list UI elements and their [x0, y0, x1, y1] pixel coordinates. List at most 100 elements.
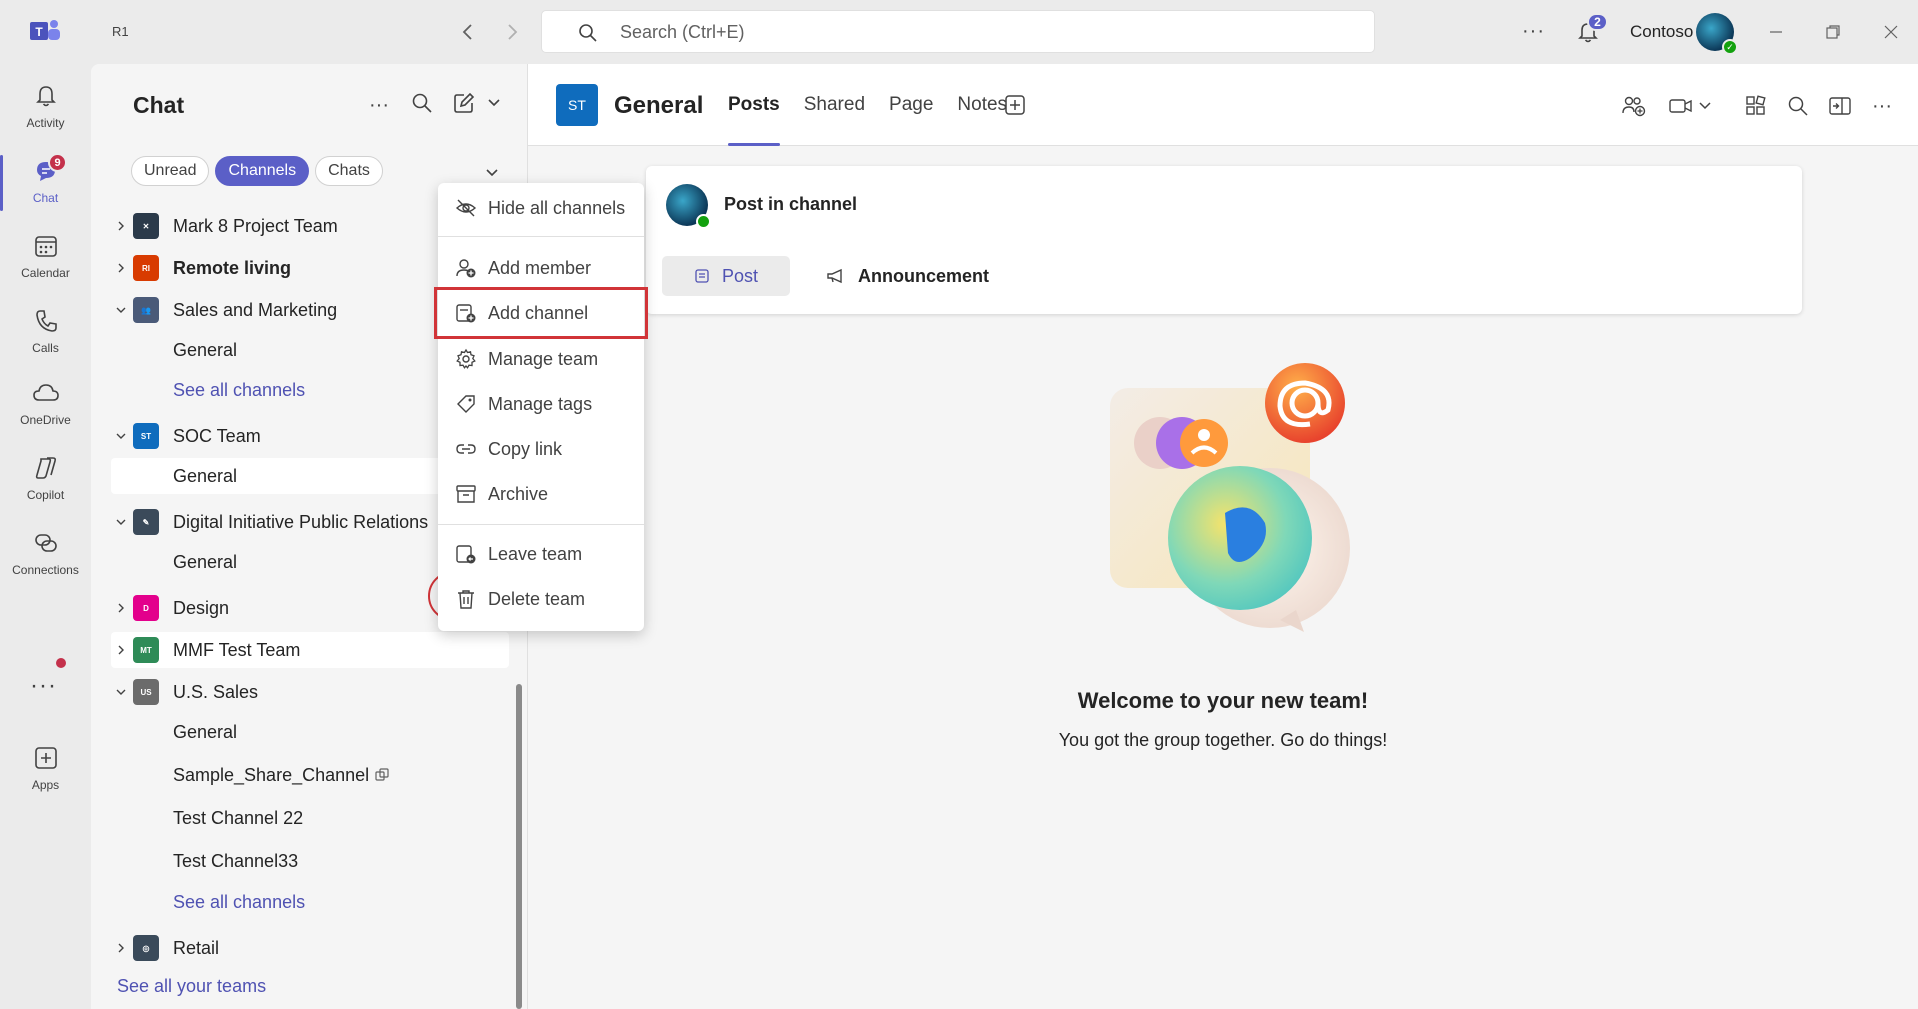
rail-item-calendar[interactable]: Calendar: [0, 222, 91, 294]
menu-item-archive[interactable]: Archive: [438, 474, 644, 514]
team-avatar: RI: [133, 255, 159, 281]
channel-row[interactable]: Test Channel 22: [111, 800, 509, 836]
team-avatar: US: [133, 679, 159, 705]
chevron-down-icon: [1699, 102, 1711, 110]
more-apps-button[interactable]: ···: [30, 672, 57, 700]
filter-unread[interactable]: Unread: [131, 156, 210, 186]
channel-body: Post in channel Post Announcement Welcom…: [528, 146, 1918, 1009]
restore-button[interactable]: [1819, 18, 1847, 46]
see-all-teams-link[interactable]: See all your teams: [117, 976, 266, 997]
apps-grid-icon: [1746, 95, 1766, 115]
menu-item-add-member[interactable]: Add member: [438, 248, 644, 288]
chevron-down-icon[interactable]: [111, 426, 131, 446]
post-button[interactable]: Post: [662, 256, 790, 296]
compose-icon[interactable]: [453, 92, 475, 114]
open-side-panel-button[interactable]: [1826, 92, 1854, 120]
rail-item-apps[interactable]: Apps: [0, 734, 91, 806]
rail-label: OneDrive: [20, 413, 71, 427]
connections-icon: [34, 534, 57, 552]
svg-text:T: T: [35, 25, 43, 39]
chevron-right-icon: [508, 24, 518, 40]
teams-logo-icon[interactable]: T: [28, 16, 62, 46]
chevron-down-icon[interactable]: [111, 512, 131, 532]
menu-item-copy-link[interactable]: Copy link: [438, 429, 644, 469]
chevron-right-icon[interactable]: [111, 598, 131, 618]
rail-item-chat[interactable]: Chat 9: [0, 147, 91, 219]
team-avatar: ✎: [133, 509, 159, 535]
apps-button[interactable]: [1742, 92, 1770, 120]
search-icon[interactable]: [411, 92, 433, 114]
channel-header: ST General Posts Shared Page Notes ···: [528, 64, 1918, 146]
side-panel-icon: [1829, 97, 1851, 115]
channel-row[interactable]: General: [111, 714, 509, 750]
team-name: Remote living: [173, 257, 292, 278]
people-button[interactable]: [1620, 92, 1648, 120]
chevron-down-icon[interactable]: [487, 96, 501, 110]
team-row-retail[interactable]: ◎ Retail: [111, 930, 509, 966]
add-tab-icon[interactable]: [1004, 94, 1026, 116]
forward-button[interactable]: [498, 18, 526, 46]
menu-item-leave-team[interactable]: Leave team: [438, 534, 644, 574]
team-avatar: MT: [133, 637, 159, 663]
channel-search-button[interactable]: [1784, 92, 1812, 120]
announcement-button[interactable]: Announcement: [826, 256, 989, 296]
scrollbar-thumb[interactable]: [516, 684, 522, 1009]
filter-channels[interactable]: Channels: [215, 156, 310, 186]
rail-label: Activity: [26, 116, 65, 130]
channel-more-button[interactable]: ···: [1868, 92, 1896, 120]
back-button[interactable]: [454, 18, 482, 46]
team-row-us-sales[interactable]: US U.S. Sales: [111, 674, 509, 710]
rail-item-activity[interactable]: Activity: [0, 72, 91, 144]
close-button[interactable]: [1877, 18, 1905, 46]
see-all-channels-link[interactable]: See all channels: [111, 884, 509, 920]
presence-available-icon: [696, 214, 711, 229]
tab-notes[interactable]: Notes: [957, 94, 1007, 146]
menu-item-delete-team[interactable]: Delete team: [438, 579, 644, 619]
tag-icon: [454, 392, 478, 416]
menu-item-manage-team[interactable]: Manage team: [438, 339, 644, 379]
restore-icon: [1826, 25, 1840, 39]
menu-item-manage-tags[interactable]: Manage tags: [438, 384, 644, 424]
shared-channel-icon: [375, 768, 389, 781]
org-name[interactable]: Contoso: [1630, 22, 1693, 42]
search-box[interactable]: [541, 10, 1375, 53]
chevron-right-icon[interactable]: [111, 938, 131, 958]
search-icon: [579, 24, 597, 42]
user-avatar[interactable]: ✓: [1696, 13, 1738, 55]
team-avatar: ✕: [133, 213, 159, 239]
chevron-right-icon[interactable]: [111, 216, 131, 236]
team-avatar: 👥: [133, 297, 159, 323]
cloud-icon: [32, 384, 59, 401]
meet-now-button[interactable]: [1662, 92, 1718, 120]
search-input[interactable]: [620, 21, 1320, 43]
chevron-down-icon[interactable]: [111, 682, 131, 702]
post-in-channel-label[interactable]: Post in channel: [724, 194, 857, 215]
minimize-button[interactable]: [1762, 18, 1790, 46]
chevron-right-icon[interactable]: [111, 640, 131, 660]
compose-card: Post in channel Post Announcement: [646, 166, 1802, 314]
chevron-down-icon[interactable]: [111, 300, 131, 320]
channel-row[interactable]: Test Channel33: [111, 843, 509, 879]
rail-item-copilot[interactable]: Copilot: [0, 444, 91, 516]
chevron-right-icon[interactable]: [111, 258, 131, 278]
rail-item-onedrive[interactable]: OneDrive: [0, 369, 91, 441]
person-add-icon: [454, 256, 478, 280]
settings-more-button[interactable]: ···: [1522, 20, 1545, 43]
channel-team-avatar: ST: [556, 84, 598, 126]
tab-shared[interactable]: Shared: [804, 94, 865, 146]
menu-separator: [438, 524, 644, 525]
video-camera-icon: [1669, 99, 1692, 113]
filter-chats[interactable]: Chats: [315, 156, 383, 186]
pane-more-button[interactable]: ···: [369, 94, 389, 117]
rail-item-calls[interactable]: Calls: [0, 297, 91, 369]
notification-badge: 2: [1587, 13, 1608, 31]
tab-posts[interactable]: Posts: [728, 94, 780, 146]
menu-item-hide-channels[interactable]: Hide all channels: [438, 188, 644, 228]
chevron-down-icon[interactable]: [485, 166, 499, 180]
channel-row-shared[interactable]: Sample_Share_Channel: [111, 757, 509, 793]
team-row-mmf-test[interactable]: MT MMF Test Team: [111, 632, 509, 668]
tab-page[interactable]: Page: [889, 94, 933, 146]
rail-item-connections[interactable]: Connections: [0, 519, 91, 591]
bell-icon: [35, 86, 56, 107]
rail-label: Apps: [31, 778, 60, 792]
